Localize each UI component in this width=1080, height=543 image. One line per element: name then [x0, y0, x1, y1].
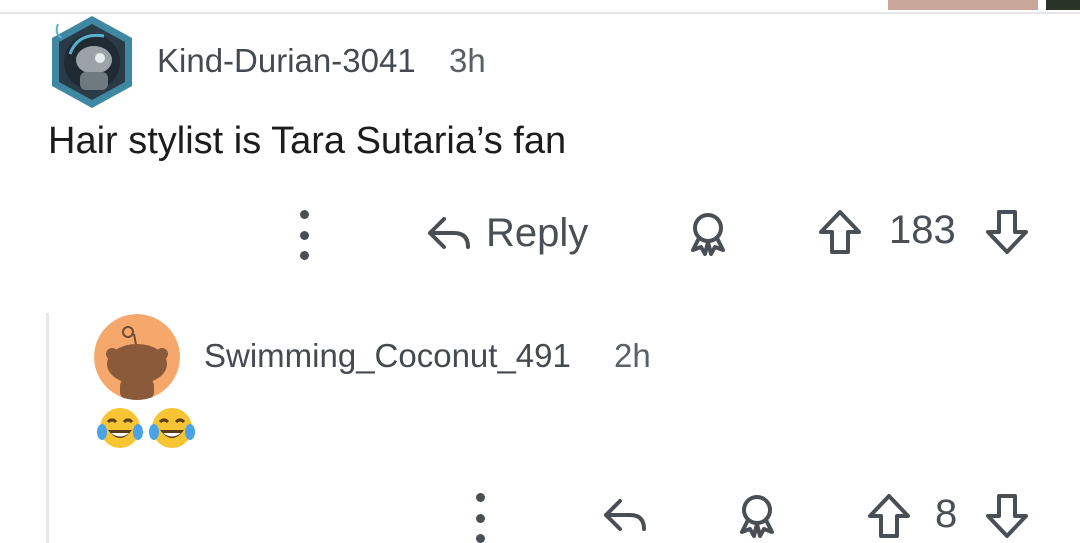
comment-thread-screen: Kind-Durian-3041 3h Hair stylist is Tara…: [0, 0, 1080, 543]
more-options-button[interactable]: [470, 493, 490, 543]
thread-line[interactable]: [46, 313, 49, 543]
reply-label: Reply: [486, 210, 589, 255]
user-avatar-image: [52, 16, 132, 108]
award-icon: [691, 213, 725, 256]
downvote-arrow-icon: [986, 494, 1028, 538]
more-vertical-icon-dot: [475, 493, 485, 502]
user-avatar[interactable]: [94, 314, 180, 400]
more-vertical-icon-dot: [299, 210, 309, 219]
comment-timestamp: 3h: [449, 42, 486, 79]
top-image-thumbnail-edge: [1046, 0, 1080, 10]
more-vertical-icon-dot: [299, 230, 309, 240]
downvote-button[interactable]: [984, 208, 1030, 256]
award-button[interactable]: [685, 210, 731, 256]
tears-of-joy-emoji-icon: [149, 408, 195, 448]
upvote-button[interactable]: [866, 492, 912, 540]
comment-username[interactable]: Kind-Durian-3041: [157, 42, 416, 80]
user-avatar-image: [94, 314, 180, 400]
comment-body-emojis: 😂😂: [96, 404, 196, 452]
reply-button[interactable]: [600, 494, 648, 536]
more-vertical-icon-dot: [475, 513, 485, 523]
downvote-arrow-icon: [986, 210, 1028, 254]
comment-timestamp: 2h: [614, 337, 651, 374]
reply-arrow-icon: [604, 499, 646, 531]
comment-username[interactable]: Swimming_Coconut_491: [204, 337, 571, 375]
user-avatar[interactable]: [44, 14, 140, 110]
vote-score: 8: [935, 492, 958, 536]
tears-of-joy-emoji-icon: [97, 408, 143, 448]
more-vertical-icon-dot: [299, 251, 309, 260]
award-button[interactable]: [734, 492, 780, 538]
reply-button[interactable]: Reply: [424, 206, 588, 260]
reply-arrow-icon: [428, 217, 470, 249]
vote-score: 183: [889, 208, 956, 252]
upvote-arrow-icon: [868, 494, 910, 538]
more-vertical-icon-dot: [475, 534, 485, 543]
top-image-thumbnail: [888, 0, 1038, 10]
downvote-button[interactable]: [984, 492, 1030, 540]
upvote-button[interactable]: [817, 208, 863, 256]
upvote-arrow-icon: [819, 210, 861, 254]
award-icon: [740, 495, 774, 538]
comment-body-text: Hair stylist is Tara Sutaria’s fan: [48, 120, 567, 162]
more-options-button[interactable]: [294, 210, 314, 260]
